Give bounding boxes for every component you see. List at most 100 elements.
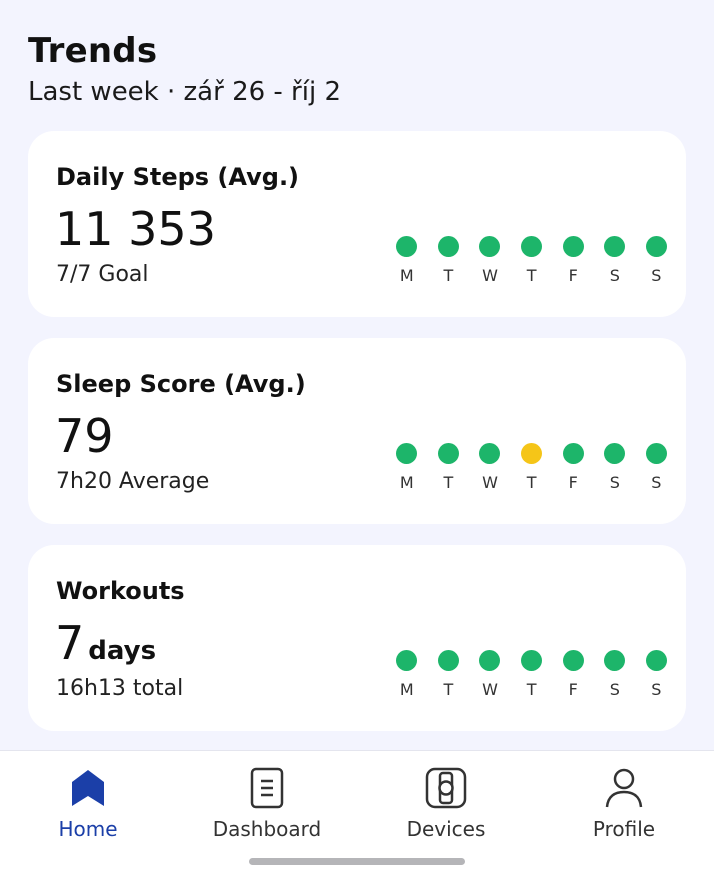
day-label: W: [482, 680, 498, 699]
day-label: T: [526, 680, 537, 699]
nav-profile[interactable]: Profile: [549, 765, 699, 841]
status-dot: [645, 443, 667, 464]
day-label: S: [651, 473, 662, 492]
day-column: M: [386, 443, 428, 492]
day-label: W: [482, 266, 498, 285]
status-dot: [479, 236, 501, 257]
value-unit: days: [88, 636, 157, 666]
day-column: F: [552, 650, 594, 699]
status-dot: [437, 236, 459, 257]
day-column: T: [511, 650, 553, 699]
day-label: S: [651, 680, 662, 699]
status-dot: [396, 443, 418, 464]
day-column: T: [511, 236, 553, 285]
card-value: 11 353: [55, 201, 220, 265]
status-dot: [521, 650, 543, 671]
value-number: 11 353: [55, 202, 216, 256]
card-value: 79: [55, 408, 118, 472]
day-column: M: [386, 650, 428, 699]
day-column: F: [552, 443, 594, 492]
day-column: T: [428, 650, 470, 699]
card-title: Workouts: [56, 577, 185, 605]
card-title: Sleep Score (Avg.): [56, 370, 306, 398]
nav-home[interactable]: Home: [13, 765, 163, 841]
day-label: S: [609, 473, 620, 492]
day-label: M: [399, 473, 414, 492]
home-icon: [65, 765, 111, 811]
watch-icon: [423, 765, 469, 811]
card-subtext: 7/7 Goal: [56, 262, 149, 287]
day-label: T: [443, 680, 454, 699]
daily-steps-card[interactable]: Daily Steps (Avg.) 11 353 7/7 Goal M T W…: [28, 131, 686, 317]
status-dot: [396, 236, 418, 257]
day-label: S: [609, 266, 620, 285]
status-dot: [645, 236, 667, 257]
day-label: T: [443, 473, 454, 492]
day-label: F: [568, 680, 578, 699]
day-column: S: [636, 650, 678, 699]
dashboard-icon: [244, 765, 290, 811]
card-value: 7 days: [55, 615, 156, 679]
status-dot: [521, 236, 543, 257]
header: Trends Last week · zář 26 - říj 2: [28, 30, 341, 110]
day-column: W: [469, 443, 511, 492]
day-column: T: [511, 443, 553, 492]
week-dots: M T W T F S S: [386, 650, 677, 699]
day-label: F: [568, 266, 578, 285]
day-label: S: [651, 266, 662, 285]
value-number: 79: [55, 409, 114, 463]
day-column: S: [594, 650, 636, 699]
status-dot: [562, 236, 584, 257]
day-label: T: [526, 266, 537, 285]
value-number: 7: [55, 616, 85, 670]
nav-label: Home: [58, 817, 118, 841]
card-subtext: 7h20 Average: [56, 469, 210, 494]
day-column: S: [636, 443, 678, 492]
day-column: S: [636, 236, 678, 285]
home-indicator[interactable]: [249, 858, 465, 865]
status-dot: [562, 650, 584, 671]
day-label: M: [399, 680, 414, 699]
week-dots: M T W T F S S: [386, 443, 677, 492]
sleep-score-card[interactable]: Sleep Score (Avg.) 79 7h20 Average M T W…: [28, 338, 686, 524]
nav-label: Devices: [406, 817, 486, 841]
status-dot: [437, 443, 459, 464]
day-label: T: [526, 473, 537, 492]
date-range: Last week · zář 26 - říj 2: [28, 77, 342, 107]
status-dot: [604, 650, 626, 671]
status-dot: [479, 443, 501, 464]
day-column: M: [386, 236, 428, 285]
nav-devices[interactable]: Devices: [371, 765, 521, 841]
day-label: S: [609, 680, 620, 699]
page-title: Trends: [28, 31, 158, 71]
status-dot: [562, 443, 584, 464]
status-dot: [479, 650, 501, 671]
bottom-nav: Home Dashboard Devices Profile: [0, 750, 714, 875]
status-dot: [645, 650, 667, 671]
day-column: T: [428, 443, 470, 492]
trends-screen: Trends Last week · zář 26 - říj 2 Daily …: [0, 0, 714, 875]
status-dot: [521, 443, 543, 464]
status-dot: [604, 443, 626, 464]
day-label: W: [482, 473, 498, 492]
day-label: T: [443, 266, 454, 285]
profile-icon: [601, 765, 647, 811]
nav-label: Profile: [592, 817, 656, 841]
status-dot: [396, 650, 418, 671]
day-column: T: [428, 236, 470, 285]
status-dot: [437, 650, 459, 671]
workouts-card[interactable]: Workouts 7 days 16h13 total M T W T F S S: [28, 545, 686, 731]
day-column: F: [552, 236, 594, 285]
day-label: F: [568, 473, 578, 492]
nav-dashboard[interactable]: Dashboard: [192, 765, 342, 841]
nav-label: Dashboard: [212, 817, 322, 841]
day-column: W: [469, 650, 511, 699]
card-subtext: 16h13 total: [56, 676, 184, 701]
day-column: W: [469, 236, 511, 285]
card-title: Daily Steps (Avg.): [56, 163, 300, 191]
week-dots: M T W T F S S: [386, 236, 677, 285]
day-label: M: [399, 266, 414, 285]
day-column: S: [594, 236, 636, 285]
status-dot: [604, 236, 626, 257]
day-column: S: [594, 443, 636, 492]
